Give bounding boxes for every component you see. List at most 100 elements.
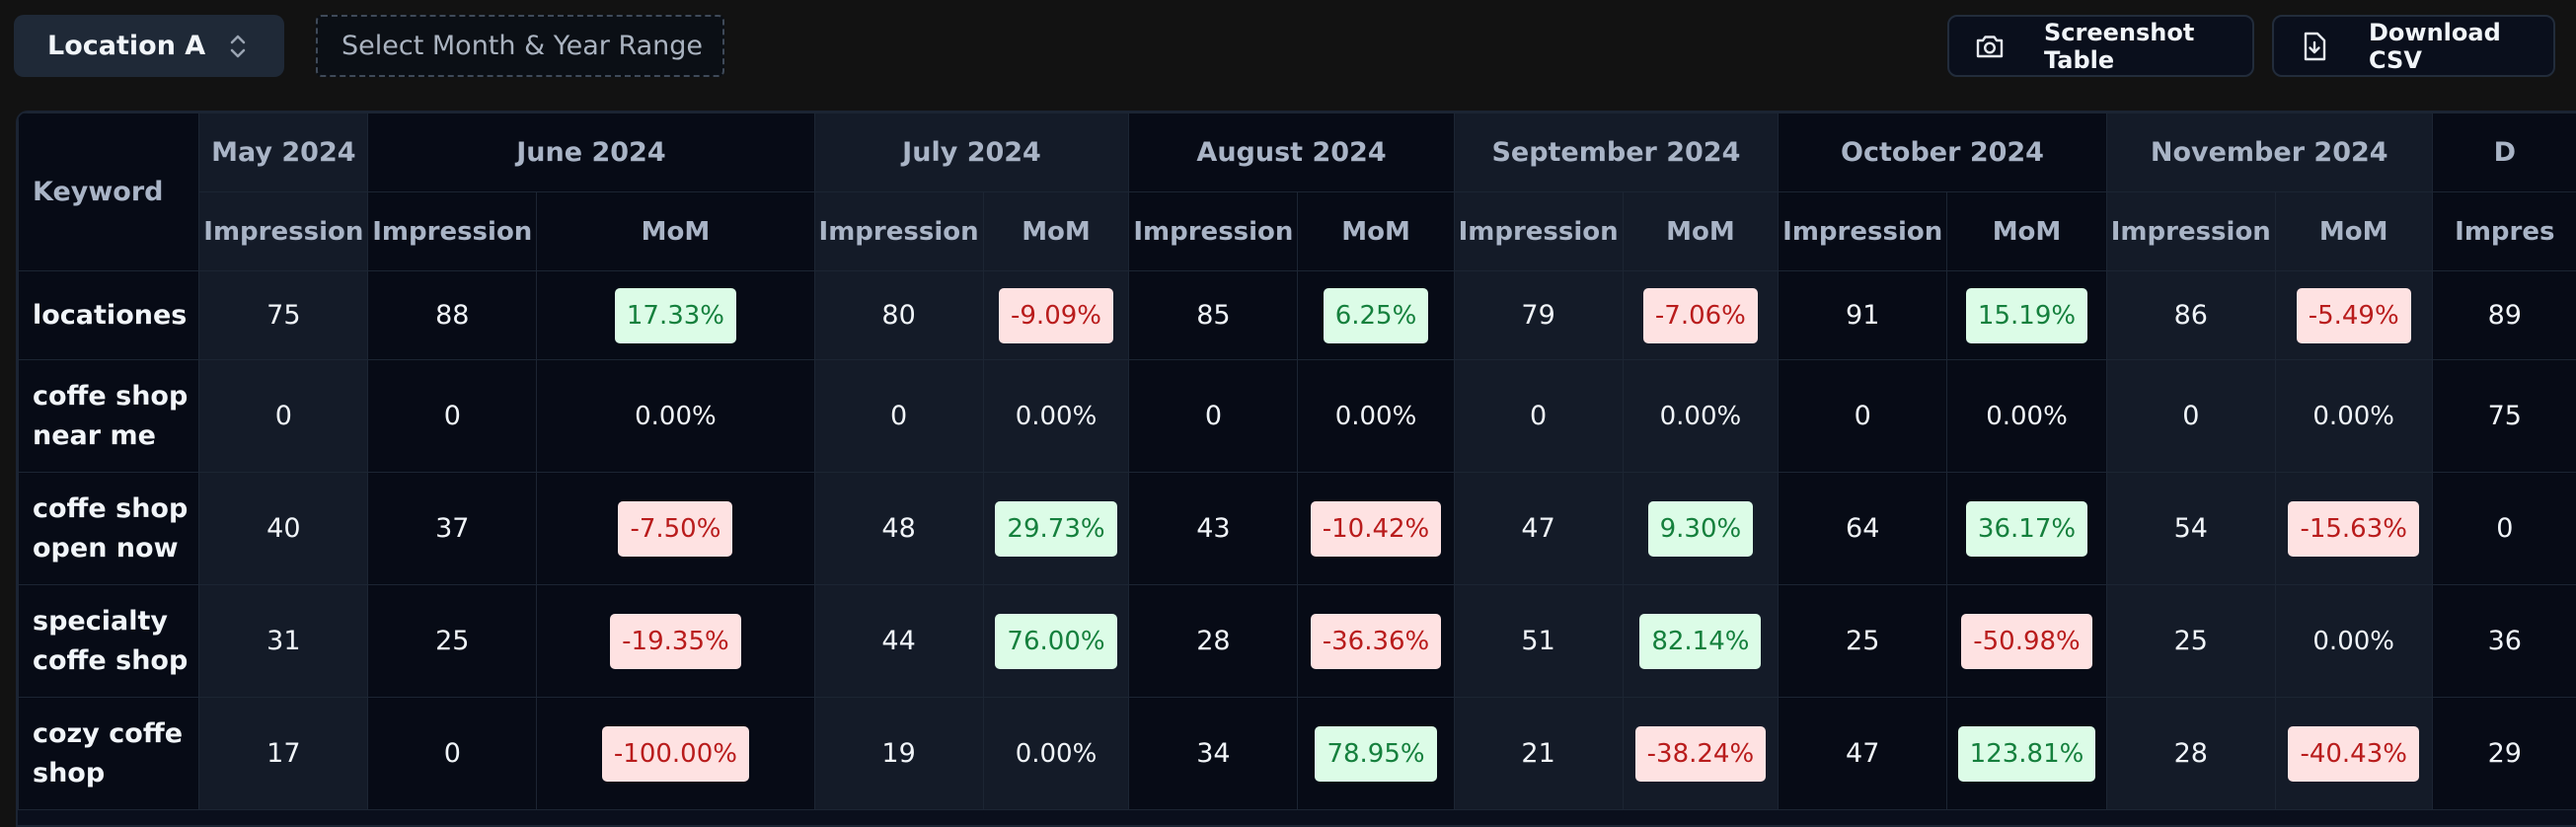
month-header: November 2024 (2106, 113, 2432, 192)
mom-badge: -40.43% (2288, 726, 2419, 782)
month-header-partial: D (2432, 113, 2576, 192)
impression-cell-partial: 0 (2432, 473, 2576, 585)
impression-cell-partial: 89 (2432, 271, 2576, 360)
impression-cell: 25 (1779, 585, 1947, 698)
mom-badge: 123.81% (1958, 726, 2096, 782)
table-row: locationes758817.33%80-9.09%856.25%79-7.… (19, 271, 2576, 360)
impression-subheader: Impression (368, 192, 537, 271)
mom-badge: 0.00% (1004, 389, 1109, 444)
mom-badge: -100.00% (602, 726, 749, 782)
impression-cell: 0 (368, 698, 537, 810)
mom-cell: 76.00% (983, 585, 1129, 698)
mom-badge: -10.42% (1311, 501, 1442, 557)
metric-header-row: ImpressionImpressionMoMImpressionMoMImpr… (19, 192, 2576, 271)
impression-cell: 25 (368, 585, 537, 698)
mom-badge: 0.00% (2301, 614, 2406, 669)
impression-cell-partial: 75 (2432, 360, 2576, 473)
impression-cell: 48 (814, 473, 983, 585)
impression-subheader: Impression (1454, 192, 1623, 271)
impression-cell: 40 (199, 473, 368, 585)
month-header: October 2024 (1779, 113, 2107, 192)
mom-cell: 123.81% (1947, 698, 2107, 810)
impression-cell: 54 (2106, 473, 2275, 585)
impression-cell: 17 (199, 698, 368, 810)
toolbar: Location A Select Month & Year Range Scr… (0, 0, 2576, 95)
impression-cell: 0 (1454, 360, 1623, 473)
keyword-table-container[interactable]: KeywordMay 2024June 2024July 2024August … (16, 111, 2576, 827)
screenshot-table-label: Screenshot Table (2044, 19, 2252, 74)
month-range-placeholder: Select Month & Year Range (341, 31, 703, 61)
impression-subheader: Impression (1129, 192, 1298, 271)
impression-cell: 86 (2106, 271, 2275, 360)
impression-cell: 0 (1779, 360, 1947, 473)
mom-subheader: MoM (2275, 192, 2432, 271)
mom-badge: 0.00% (2301, 389, 2406, 444)
mom-cell: -36.36% (1298, 585, 1454, 698)
impression-subheader: Impression (814, 192, 983, 271)
impression-cell: 0 (1129, 360, 1298, 473)
impression-cell: 0 (368, 360, 537, 473)
keyword-cell: cozy coffe shop (19, 698, 199, 810)
keyword-cell: specialty coffe shop (19, 585, 199, 698)
mom-cell: 0.00% (983, 698, 1129, 810)
impression-cell: 91 (1779, 271, 1947, 360)
impression-subheader: Impression (2106, 192, 2275, 271)
mom-cell: -50.98% (1947, 585, 2107, 698)
download-csv-label: Download CSV (2369, 19, 2553, 74)
download-csv-button[interactable]: Download CSV (2272, 15, 2555, 77)
month-header: August 2024 (1129, 113, 1454, 192)
impression-cell: 31 (199, 585, 368, 698)
impression-cell: 34 (1129, 698, 1298, 810)
month-header-row: KeywordMay 2024June 2024July 2024August … (19, 113, 2576, 192)
mom-cell: 15.19% (1947, 271, 2107, 360)
mom-badge: 29.73% (995, 501, 1116, 557)
impression-cell: 28 (1129, 585, 1298, 698)
mom-cell: -15.63% (2275, 473, 2432, 585)
keyword-cell: locationes (19, 271, 199, 360)
mom-badge: 0.00% (623, 389, 728, 444)
impression-cell-partial: 36 (2432, 585, 2576, 698)
impression-cell: 19 (814, 698, 983, 810)
impression-cell: 79 (1454, 271, 1623, 360)
mom-badge: 17.33% (615, 288, 736, 343)
mom-cell: 0.00% (1947, 360, 2107, 473)
table-row: specialty coffe shop3125-19.35%4476.00%2… (19, 585, 2576, 698)
mom-subheader: MoM (537, 192, 814, 271)
month-header: July 2024 (814, 113, 1129, 192)
impression-subheader: Impression (1779, 192, 1947, 271)
mom-badge: 9.30% (1648, 501, 1754, 557)
impression-cell: 28 (2106, 698, 2275, 810)
mom-badge: 82.14% (1639, 614, 1761, 669)
impression-cell: 80 (814, 271, 983, 360)
month-header: May 2024 (199, 113, 368, 192)
mom-badge: -7.50% (618, 501, 732, 557)
table-row: coffe shop near me000.00%00.00%00.00%00.… (19, 360, 2576, 473)
mom-cell: 0.00% (1298, 360, 1454, 473)
mom-cell: -7.06% (1623, 271, 1779, 360)
mom-cell: -40.43% (2275, 698, 2432, 810)
impression-subheader: Impression (199, 192, 368, 271)
mom-cell: -100.00% (537, 698, 814, 810)
mom-cell: 0.00% (537, 360, 814, 473)
screenshot-table-button[interactable]: Screenshot Table (1947, 15, 2254, 77)
impression-cell: 47 (1779, 698, 1947, 810)
mom-badge: 76.00% (995, 614, 1116, 669)
mom-subheader: MoM (1623, 192, 1779, 271)
mom-cell: 0.00% (2275, 360, 2432, 473)
mom-cell: -5.49% (2275, 271, 2432, 360)
impression-cell: 51 (1454, 585, 1623, 698)
impression-cell: 44 (814, 585, 983, 698)
location-select[interactable]: Location A (14, 15, 284, 77)
keyword-column-header: Keyword (19, 113, 199, 271)
mom-badge: 0.00% (1324, 389, 1429, 444)
table-row: coffe shop open now4037-7.50%4829.73%43-… (19, 473, 2576, 585)
mom-cell: 9.30% (1623, 473, 1779, 585)
mom-cell: -38.24% (1623, 698, 1779, 810)
mom-badge: 15.19% (1966, 288, 2087, 343)
month-range-input[interactable]: Select Month & Year Range (316, 15, 724, 77)
mom-subheader: MoM (983, 192, 1129, 271)
impression-cell: 21 (1454, 698, 1623, 810)
mom-badge: 0.00% (1004, 726, 1109, 782)
mom-cell: 78.95% (1298, 698, 1454, 810)
mom-cell: 0.00% (1623, 360, 1779, 473)
